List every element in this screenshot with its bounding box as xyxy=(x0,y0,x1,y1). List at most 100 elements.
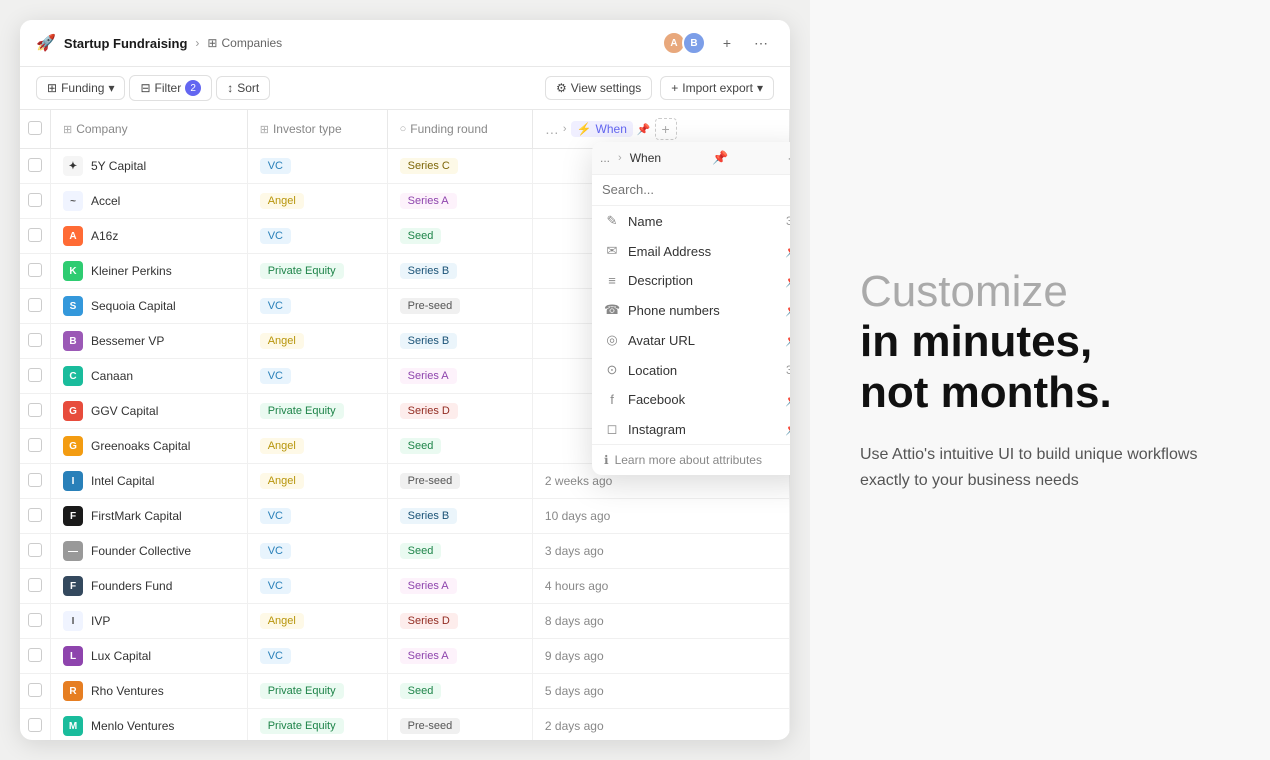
dropdown-add-button[interactable]: + xyxy=(780,146,790,170)
row-checkbox-cell xyxy=(20,289,51,324)
more-options-button[interactable]: ⋯ xyxy=(748,30,774,56)
dropdown-item[interactable]: f Facebook 📌 xyxy=(592,385,790,414)
company-name[interactable]: GGV Capital xyxy=(91,404,158,418)
row-checkbox[interactable] xyxy=(28,683,42,697)
item-label: Phone numbers xyxy=(628,303,777,318)
table-row: — Founder Collective VC Seed 3 days ago xyxy=(20,534,790,569)
dropdown-footer[interactable]: ℹ Learn more about attributes xyxy=(592,444,790,475)
company-name[interactable]: Canaan xyxy=(91,369,133,383)
funding-view-button[interactable]: ⊞ Funding ▾ xyxy=(36,76,125,100)
item-count: 3 xyxy=(786,363,790,377)
row-checkbox[interactable] xyxy=(28,438,42,452)
company-name[interactable]: Accel xyxy=(91,194,120,208)
row-checkbox[interactable] xyxy=(28,368,42,382)
dropdown-item[interactable]: ◎ Avatar URL 📌 xyxy=(592,325,790,355)
row-checkbox[interactable] xyxy=(28,578,42,592)
funding-round-badge: Series A xyxy=(400,368,457,384)
item-right: 📌 xyxy=(785,274,790,288)
company-name[interactable]: Sequoia Capital xyxy=(91,299,176,313)
investor-type-cell: Angel xyxy=(247,464,387,499)
company-name[interactable]: Rho Ventures xyxy=(91,684,164,698)
company-name[interactable]: Bessemer VP xyxy=(91,334,164,348)
sort-button[interactable]: ↕ Sort xyxy=(216,76,270,100)
select-all-header[interactable] xyxy=(20,110,51,149)
dropdown-item[interactable]: ☎ Phone numbers 📌 xyxy=(592,295,790,325)
company-icon: R xyxy=(63,681,83,701)
search-box xyxy=(592,175,790,206)
funding-round-cell: Series D xyxy=(387,394,532,429)
item-label: Facebook xyxy=(628,392,777,407)
company-name[interactable]: Intel Capital xyxy=(91,474,154,488)
dropdown-item[interactable]: ≡ Description 📌 xyxy=(592,266,790,295)
company-column-header[interactable]: ⊞ Company xyxy=(51,110,248,149)
row-checkbox[interactable] xyxy=(28,543,42,557)
investor-type-badge: VC xyxy=(260,158,291,174)
row-checkbox[interactable] xyxy=(28,193,42,207)
row-checkbox[interactable] xyxy=(28,298,42,312)
invite-button[interactable]: + xyxy=(714,30,740,56)
investor-type-badge: VC xyxy=(260,578,291,594)
table-row: R Rho Ventures Private Equity Seed 5 day… xyxy=(20,674,790,709)
row-checkbox[interactable] xyxy=(28,333,42,347)
investor-type-cell: VC xyxy=(247,149,387,184)
row-checkbox[interactable] xyxy=(28,158,42,172)
company-cell: B Bessemer VP xyxy=(51,324,248,359)
dropdown-item[interactable]: ◻ Instagram 📌 xyxy=(592,414,790,444)
item-right: 📌 xyxy=(785,393,790,407)
row-checkbox[interactable] xyxy=(28,648,42,662)
import-export-button[interactable]: + Import export ▾ xyxy=(660,76,774,100)
filter-button[interactable]: ⊟ Filter 2 xyxy=(129,75,212,101)
app-icon: 🚀 xyxy=(36,33,56,53)
funding-round-cell: Series A xyxy=(387,639,532,674)
when-cell: 9 days ago xyxy=(532,639,789,674)
view-settings-button[interactable]: ⚙ View settings xyxy=(545,76,652,100)
row-checkbox[interactable] xyxy=(28,263,42,277)
pin-icon: 📌 xyxy=(785,422,790,436)
investor-type-column-header[interactable]: ⊞ Investor type xyxy=(247,110,387,149)
row-checkbox[interactable] xyxy=(28,228,42,242)
row-checkbox[interactable] xyxy=(28,718,42,732)
company-name[interactable]: Founder Collective xyxy=(91,544,191,558)
dropdown-item[interactable]: ✉ Email Address 📌 xyxy=(592,236,790,266)
item-icon: ◎ xyxy=(604,332,620,348)
company-icon: G xyxy=(63,436,83,456)
row-checkbox[interactable] xyxy=(28,613,42,627)
investor-type-cell: Angel xyxy=(247,324,387,359)
company-name[interactable]: Lux Capital xyxy=(91,649,151,663)
dropdown-item[interactable]: ⊙ Location 3› xyxy=(592,355,790,385)
item-icon: ◻ xyxy=(604,421,620,437)
when-value: 8 days ago xyxy=(545,614,604,628)
select-all-checkbox[interactable] xyxy=(28,121,42,135)
company-name[interactable]: Founders Fund xyxy=(91,579,172,593)
toolbar-left: ⊞ Funding ▾ ⊟ Filter 2 ↕ Sort xyxy=(36,75,270,101)
company-name[interactable]: FirstMark Capital xyxy=(91,509,182,523)
field-search-input[interactable] xyxy=(602,182,790,197)
row-checkbox[interactable] xyxy=(28,403,42,417)
company-icon: — xyxy=(63,541,83,561)
row-checkbox-cell xyxy=(20,674,51,709)
company-name[interactable]: 5Y Capital xyxy=(91,159,146,173)
dropdown-header: ... › When 📌 + xyxy=(592,142,790,175)
company-name[interactable]: IVP xyxy=(91,614,110,628)
company-name[interactable]: Menlo Ventures xyxy=(91,719,174,733)
row-checkbox[interactable] xyxy=(28,508,42,522)
funding-round-column-header[interactable]: ○ Funding round xyxy=(387,110,532,149)
company-icon: F xyxy=(63,576,83,596)
funding-round-badge: Series B xyxy=(400,263,458,279)
funding-round-cell: Series A xyxy=(387,359,532,394)
company-name[interactable]: Kleiner Perkins xyxy=(91,264,172,278)
row-checkbox-cell xyxy=(20,709,51,741)
company-cell: F FirstMark Capital xyxy=(51,499,248,534)
dropdown-item[interactable]: ✎ Name 3› xyxy=(592,206,790,236)
item-right: 📌 xyxy=(785,244,790,258)
investor-type-cell: Angel xyxy=(247,184,387,219)
breadcrumb-companies[interactable]: ⊞ Companies xyxy=(207,36,282,50)
breadcrumb-sep: › xyxy=(195,36,199,50)
add-column-button[interactable]: + xyxy=(655,118,677,140)
table-row: I IVP Angel Series D 8 days ago xyxy=(20,604,790,639)
company-name[interactable]: Greenoaks Capital xyxy=(91,439,190,453)
investor-type-cell: Private Equity xyxy=(247,709,387,741)
header-left: 🚀 Startup Fundraising › ⊞ Companies xyxy=(36,33,282,53)
company-name[interactable]: A16z xyxy=(91,229,118,243)
row-checkbox[interactable] xyxy=(28,473,42,487)
